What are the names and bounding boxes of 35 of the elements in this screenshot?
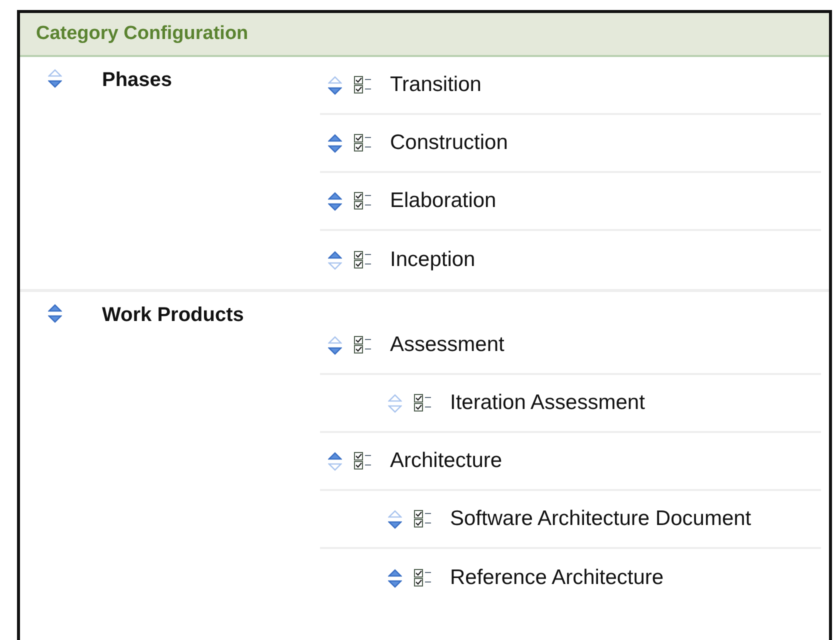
- move-up-icon[interactable]: [388, 568, 402, 576]
- checklist-icon: [354, 251, 372, 269]
- move-down-icon[interactable]: [328, 144, 342, 152]
- item-name: Inception: [390, 248, 476, 272]
- move-up-icon[interactable]: [328, 452, 342, 460]
- checklist-icon: [354, 452, 372, 470]
- item-name: Software Architecture Document: [450, 507, 752, 531]
- checklist-icon: [354, 76, 372, 94]
- panel-title: Category Configuration: [36, 23, 248, 45]
- move-down-icon[interactable]: [328, 202, 342, 210]
- move-down-icon[interactable]: [388, 520, 402, 528]
- checklist-icon: [354, 192, 372, 210]
- item-name: Construction: [390, 131, 508, 155]
- checklist-icon: [354, 134, 372, 152]
- move-down-icon[interactable]: [388, 580, 402, 588]
- item-name: Elaboration: [390, 189, 496, 213]
- item-name: Transition: [390, 73, 482, 97]
- move-down-icon[interactable]: [328, 346, 342, 354]
- move-down-icon[interactable]: [48, 80, 62, 88]
- item-name: Assessment: [390, 333, 504, 357]
- item-name: Architecture: [390, 449, 502, 473]
- move-up-icon[interactable]: [328, 192, 342, 200]
- checklist-icon: [354, 336, 372, 354]
- checklist-icon: [414, 569, 432, 587]
- move-down-icon[interactable]: [328, 86, 342, 94]
- checklist-icon: [414, 394, 432, 412]
- move-up-icon[interactable]: [48, 304, 62, 312]
- category-name: Phases: [102, 69, 172, 91]
- move-up-icon[interactable]: [328, 250, 342, 258]
- checklist-icon: [414, 510, 432, 528]
- item-name: Reference Architecture: [450, 566, 664, 590]
- category-name: Work Products: [102, 304, 244, 326]
- move-down-icon[interactable]: [48, 315, 62, 323]
- item-name: Iteration Assessment: [450, 391, 645, 415]
- move-up-icon[interactable]: [328, 134, 342, 142]
